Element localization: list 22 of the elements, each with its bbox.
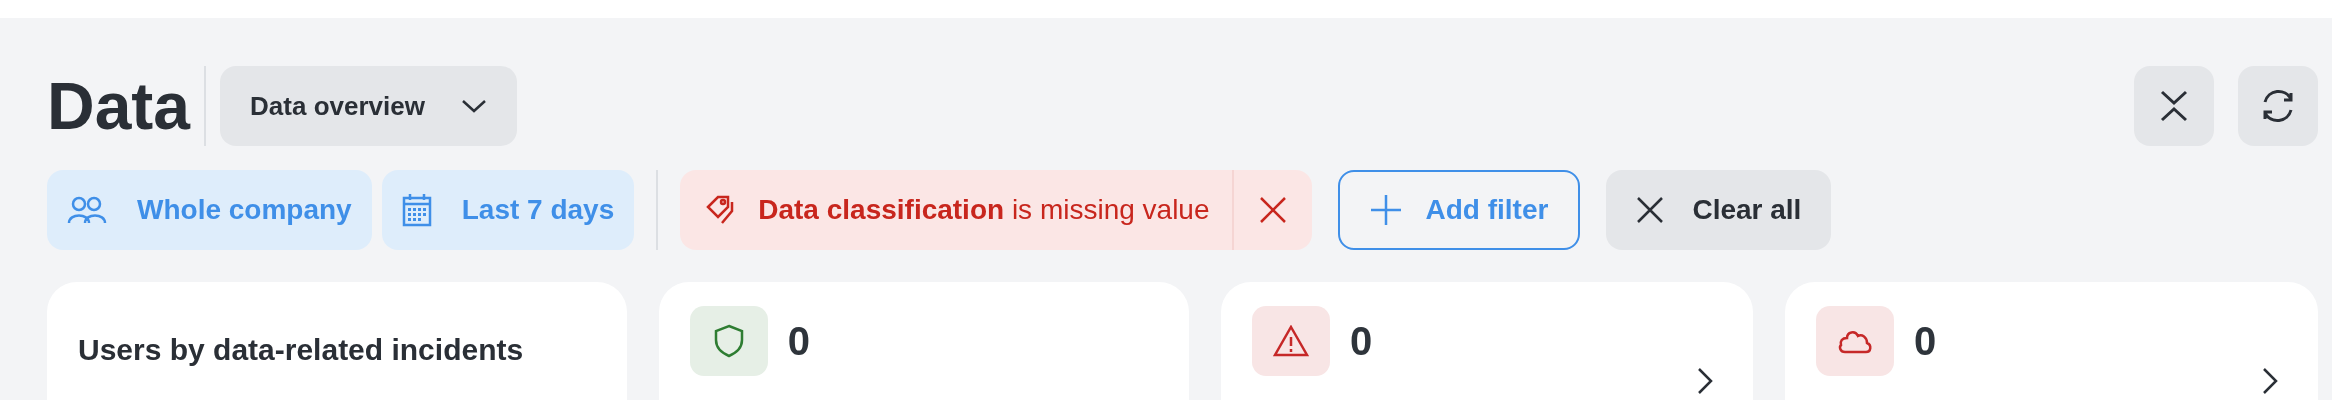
collapse-icon: [2159, 89, 2189, 123]
company-scope-chip[interactable]: Whole company: [47, 170, 372, 250]
collapse-button[interactable]: [2134, 66, 2214, 146]
close-icon: [1636, 196, 1665, 224]
filter-label: Data classification is missing value: [758, 193, 1211, 227]
refresh-button[interactable]: [2238, 66, 2318, 146]
chevron-icon[interactable]: [1696, 367, 1713, 395]
add-filter-button[interactable]: Add filter: [1337, 170, 1581, 250]
chevron-icon[interactable]: [2262, 367, 2278, 395]
clear-all-button[interactable]: Clear all: [1606, 170, 1832, 250]
plus-icon: [1369, 194, 1402, 226]
caret-icon: [460, 98, 487, 114]
view-dropdown[interactable]: Data overview: [220, 66, 517, 146]
stat-value: 0: [1913, 318, 1937, 365]
people-icon: [67, 195, 107, 225]
stat-value: 0: [1349, 318, 1373, 365]
page-title: Data: [47, 73, 191, 139]
stat-value: 0: [787, 318, 811, 365]
card-title: Users by data-related incidents: [77, 332, 525, 368]
close-icon: [1257, 195, 1288, 225]
calendar-icon: [401, 193, 432, 227]
date-range-chip[interactable]: Last 7 days: [381, 170, 635, 250]
